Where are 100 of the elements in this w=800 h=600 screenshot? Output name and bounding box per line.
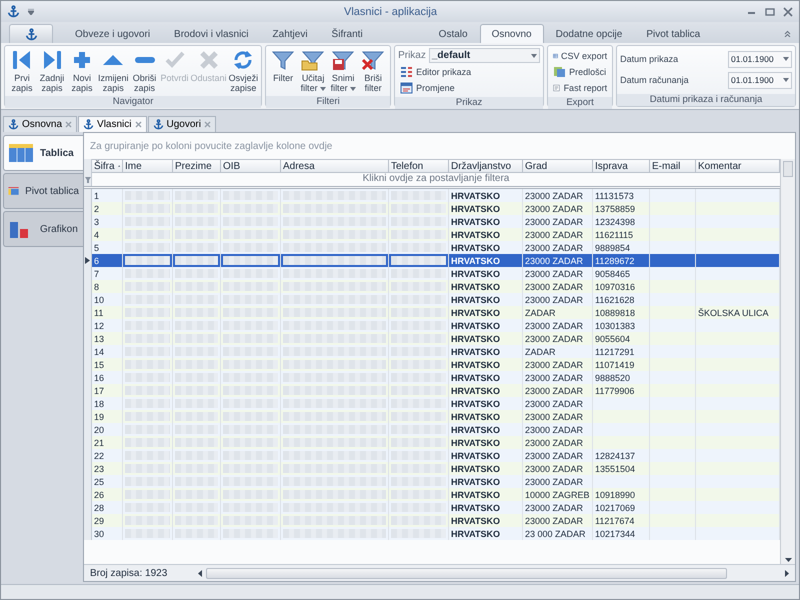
table-row[interactable]: 17 HRVATSKO 23000 ZADAR 11779906 xyxy=(84,384,780,397)
scroll-right-icon[interactable] xyxy=(785,570,789,576)
table-cell-text: 21 xyxy=(94,438,104,448)
close-icon[interactable] xyxy=(204,121,211,128)
column-header[interactable]: OIB xyxy=(221,159,281,173)
toolbar-button[interactable]: Predlošci xyxy=(551,64,610,79)
ribbon-tab[interactable]: Dodatne opcije xyxy=(544,24,634,43)
ribbon-tab[interactable]: Brodovi i vlasnici xyxy=(162,24,261,43)
group-title: Filteri xyxy=(266,96,390,108)
table-row[interactable]: 7 HRVATSKO 23000 ZADAR 9058465 xyxy=(84,267,780,280)
table-row[interactable]: 3 HRVATSKO 23000 ZADAR 12324398 xyxy=(84,215,780,228)
table-row[interactable]: 11 HRVATSKO ZADAR 10889818 ŠKOLSKA ULICA xyxy=(84,306,780,319)
table-row[interactable]: 5 HRVATSKO 23000 ZADAR 9889854 xyxy=(84,241,780,254)
table-cell-text: HRVATSKO xyxy=(451,450,500,460)
column-header[interactable]: Komentar xyxy=(696,159,780,173)
ribbon-tab[interactable]: Obveze i ugovori xyxy=(63,24,162,43)
toolbar-button[interactable]: Izmijeni zapis xyxy=(97,48,130,94)
table-row[interactable]: 8 HRVATSKO 23000 ZADAR 10970316 xyxy=(84,280,780,293)
toolbar-button[interactable]: Fast report xyxy=(551,80,610,95)
ribbon-tab[interactable]: Ostalo xyxy=(426,24,480,43)
toolbar-button[interactable]: Briši filter xyxy=(358,48,388,94)
table-row[interactable]: 21 HRVATSKO 23000 ZADAR xyxy=(84,436,780,449)
column-header[interactable]: Šifra xyxy=(92,159,123,173)
table-row[interactable]: 2 HRVATSKO 23000 ZADAR 13758859 xyxy=(84,202,780,215)
toolbar-button[interactable]: Prvi zapis xyxy=(7,48,37,94)
scrollbar-thumb[interactable] xyxy=(783,161,793,177)
table-row[interactable]: 16 HRVATSKO 23000 ZADAR 9888520 xyxy=(84,371,780,384)
group-title: Export xyxy=(548,97,612,109)
table-cell-text: 11131573 xyxy=(595,190,634,200)
table-row[interactable]: 22 HRVATSKO 23000 ZADAR 12824137 xyxy=(84,449,780,462)
table-cell-text: 7 xyxy=(94,268,100,278)
column-header[interactable]: Grad xyxy=(523,159,593,173)
quick-access-dropdown-icon[interactable] xyxy=(28,8,34,14)
toolbar-button[interactable]: Novi zapis xyxy=(67,48,97,94)
view-dropdown[interactable]: _default xyxy=(428,48,540,63)
side-tab[interactable]: Grafikon xyxy=(3,211,83,247)
application-menu-button[interactable] xyxy=(9,24,53,43)
toolbar-button[interactable]: Učitaj filter xyxy=(298,48,328,94)
side-tab[interactable]: Tablica xyxy=(3,135,83,171)
scroll-down-icon[interactable] xyxy=(784,558,792,562)
toolbar-button[interactable]: CSV export xyxy=(551,48,610,63)
close-icon[interactable] xyxy=(65,121,72,128)
column-header[interactable]: Ime xyxy=(123,159,173,173)
ribbon-tab[interactable]: Zahtjevi xyxy=(260,24,320,43)
document-tab[interactable]: Vlasnici xyxy=(78,116,146,132)
table-row[interactable]: 1 HRVATSKO 23000 ZADAR 11131573 xyxy=(84,189,780,202)
toolbar-button[interactable]: Snimi filter xyxy=(328,48,358,94)
table-row[interactable]: 20 HRVATSKO 23000 ZADAR xyxy=(84,423,780,436)
side-tab[interactable]: Pivot tablica xyxy=(3,173,83,209)
table-row[interactable]: 6 HRVATSKO 23000 ZADAR 11289672 xyxy=(84,254,780,267)
table-cell-text: 1 xyxy=(94,190,100,200)
column-header[interactable]: Državljanstvo xyxy=(449,159,523,173)
toolbar-button[interactable]: Editor prikaza xyxy=(398,64,540,79)
table-row[interactable]: 23 HRVATSKO 23000 ZADAR 13551504 xyxy=(84,462,780,475)
funnel-floppy-icon xyxy=(331,49,356,71)
anchor-icon xyxy=(152,119,164,130)
table-cell-text: HRVATSKO xyxy=(451,464,500,474)
toolbar-button[interactable]: Filter xyxy=(268,48,298,84)
column-header[interactable]: E-mail xyxy=(650,159,696,173)
table-row[interactable]: 4 HRVATSKO 23000 ZADAR 11621115 xyxy=(84,228,780,241)
toolbar-button[interactable]: Zadnji zapis xyxy=(37,48,67,94)
table-row[interactable]: 29 HRVATSKO 23000 ZADAR 11217674 xyxy=(84,514,780,527)
table-row[interactable]: 28 HRVATSKO 23000 ZADAR 10217069 xyxy=(84,501,780,514)
table-row[interactable]: 18 HRVATSKO 23000 ZADAR xyxy=(84,397,780,410)
table-row[interactable]: 13 HRVATSKO 23000 ZADAR 9055604 xyxy=(84,332,780,345)
table-cell-text: HRVATSKO xyxy=(451,320,500,330)
date-picker[interactable]: 01.01.1900 xyxy=(728,50,792,68)
collapse-ribbon-icon[interactable] xyxy=(784,30,791,37)
table-row[interactable]: 26 HRVATSKO 10000 ZAGREB 10918990 xyxy=(84,488,780,501)
filter-icon xyxy=(84,176,90,182)
toolbar-button[interactable]: Osvježi zapise xyxy=(228,48,260,94)
filter-row-hint[interactable]: Klikni ovdje za postavljanje filtera xyxy=(92,173,780,186)
close-icon[interactable] xyxy=(134,121,142,128)
document-tab[interactable]: Osnovna xyxy=(3,116,78,132)
date-picker[interactable]: 01.01.1900 xyxy=(728,72,792,88)
table-row[interactable]: 19 HRVATSKO 23000 ZADAR xyxy=(84,410,780,423)
maximize-icon[interactable] xyxy=(765,6,775,16)
column-header[interactable]: Adresa xyxy=(281,159,389,173)
table-cell-text: HRVATSKO xyxy=(451,190,500,200)
column-header[interactable]: Prezime xyxy=(173,159,221,173)
table-row[interactable]: 12 HRVATSKO 23000 ZADAR 10301383 xyxy=(84,319,780,332)
table-row[interactable]: 30 HRVATSKO 23 000 ZADAR 10217344 xyxy=(84,527,780,540)
scroll-left-icon[interactable] xyxy=(198,570,202,576)
document-tab[interactable]: Ugovori xyxy=(148,116,216,132)
table-row[interactable]: 14 HRVATSKO ZADAR 11217291 xyxy=(84,345,780,358)
table-cell-text: HRVATSKO xyxy=(451,308,500,318)
ribbon-tab[interactable]: Pivot tablica xyxy=(634,24,712,43)
toolbar-button[interactable]: Promjene xyxy=(398,80,540,95)
ribbon-tab[interactable]: Osnovno xyxy=(480,24,544,43)
table-row[interactable]: 25 HRVATSKO 23000 ZADAR xyxy=(84,475,780,488)
table-row[interactable]: 10 HRVATSKO 23000 ZADAR 11621628 xyxy=(84,293,780,306)
table-cell-text: HRVATSKO xyxy=(451,476,500,486)
table-cell-text: 23 xyxy=(94,464,104,474)
table-row[interactable]: 15 HRVATSKO 23000 ZADAR 11071419 xyxy=(84,358,780,371)
ribbon-tab[interactable]: Šifranti xyxy=(320,24,375,43)
toolbar-button[interactable]: Obriši zapis xyxy=(130,48,160,94)
column-header[interactable]: Isprava xyxy=(593,159,650,173)
close-icon[interactable] xyxy=(783,6,793,16)
column-header[interactable]: Telefon xyxy=(389,159,449,173)
table-cell-text: HRVATSKO xyxy=(451,268,500,278)
